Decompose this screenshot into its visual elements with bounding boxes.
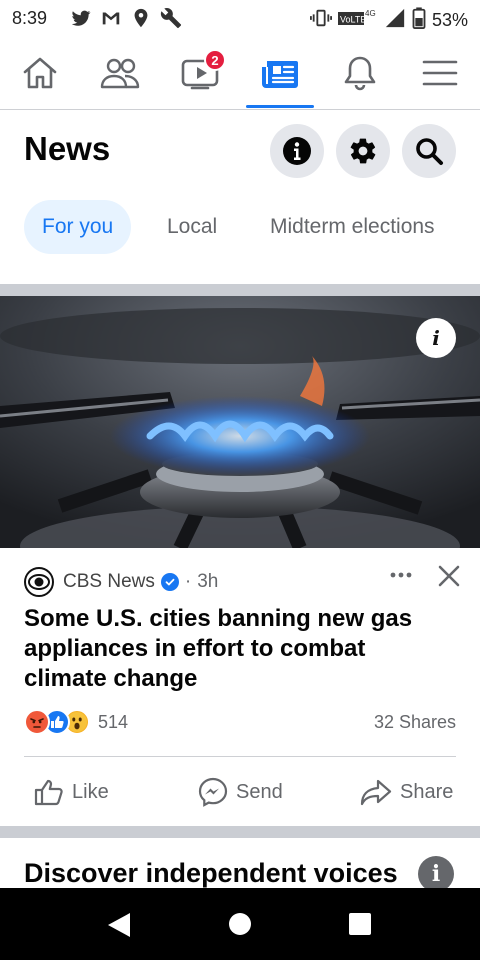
send-label: Send — [236, 780, 283, 803]
svg-text:VoLTE: VoLTE — [340, 15, 366, 25]
top-navigation: 2 — [0, 38, 480, 110]
chip-midterm-elections[interactable]: Midterm elections — [252, 200, 453, 254]
chip-local[interactable]: Local — [149, 200, 235, 254]
meta-separator: · — [184, 571, 192, 592]
search-button[interactable] — [402, 124, 456, 178]
like-label: Like — [72, 780, 109, 803]
article-time: 3h — [197, 571, 219, 592]
send-button[interactable]: Send — [198, 770, 283, 814]
chip-for-you[interactable]: For you — [24, 200, 132, 254]
tab-home[interactable] — [0, 38, 80, 108]
news-icon — [262, 61, 298, 88]
article-source-row: CBS News · 3h — [24, 566, 218, 598]
like-icon — [34, 779, 63, 806]
gmail-icon — [100, 7, 122, 29]
vibrate-icon — [309, 7, 332, 34]
tab-news[interactable] — [240, 38, 320, 108]
share-count[interactable]: 32 Shares — [374, 712, 456, 733]
status-time: 8:39 — [12, 8, 48, 28]
cbs-logo-icon[interactable] — [24, 567, 54, 597]
tab-notifications[interactable] — [320, 38, 400, 108]
gear-icon — [350, 138, 376, 164]
svg-text:4G: 4G — [365, 9, 376, 18]
menu-icon — [422, 60, 458, 86]
page-title: News — [24, 130, 111, 167]
friends-icon — [100, 58, 140, 89]
home-circle-icon — [229, 913, 251, 935]
search-icon — [416, 138, 443, 165]
home-icon — [23, 57, 57, 89]
discover-info-button[interactable]: i — [418, 856, 454, 892]
active-tab-indicator — [246, 105, 314, 108]
twitter-icon — [70, 7, 92, 29]
messenger-icon — [198, 777, 228, 807]
hide-article-button[interactable] — [432, 560, 466, 592]
watch-badge: 2 — [204, 49, 226, 71]
recents-icon — [349, 913, 371, 935]
article-source[interactable]: CBS News — [63, 571, 155, 593]
like-button[interactable]: Like — [34, 770, 109, 814]
tab-watch[interactable]: 2 — [160, 38, 240, 108]
share-label: Share — [400, 780, 454, 803]
tab-menu[interactable] — [400, 38, 480, 108]
verified-badge-icon — [160, 573, 179, 591]
status-notification-icons — [70, 7, 182, 29]
battery-icon — [412, 7, 426, 34]
info-icon — [283, 137, 311, 165]
news-header: News — [0, 112, 480, 190]
reaction-summary[interactable]: 514 — [24, 708, 128, 736]
ad-info-button[interactable]: i — [416, 318, 456, 358]
status-bar: 8:39 VoLTE 4G 53% — [0, 0, 480, 38]
tab-friends[interactable] — [80, 38, 160, 108]
back-icon — [108, 913, 130, 937]
share-button[interactable]: Share — [360, 770, 453, 814]
signal-icon — [384, 7, 406, 34]
discover-section-title: Discover independent voices — [24, 858, 398, 888]
location-icon — [130, 7, 152, 29]
more-options-button[interactable] — [384, 560, 418, 590]
bell-icon — [344, 56, 376, 91]
share-icon — [360, 779, 392, 806]
more-icon — [390, 572, 412, 578]
section-divider-2 — [0, 826, 480, 838]
wrench-icon — [160, 7, 182, 29]
back-button[interactable] — [104, 910, 134, 940]
article-image[interactable]: i — [0, 296, 480, 548]
action-separator — [24, 756, 456, 757]
info-button[interactable] — [270, 124, 324, 178]
news-filter-chips: For you Local Midterm elections — [0, 198, 480, 258]
android-navigation-bar — [0, 888, 480, 960]
section-divider — [0, 284, 480, 296]
gas-burner-image — [0, 296, 480, 548]
close-icon — [438, 565, 460, 587]
home-system-button[interactable] — [228, 912, 252, 936]
status-system-icons: VoLTE 4G 53% — [309, 7, 468, 34]
reaction-count: 514 — [98, 711, 129, 732]
settings-button[interactable] — [336, 124, 390, 178]
network-type-icon: VoLTE 4G — [337, 7, 378, 34]
recents-button[interactable] — [348, 912, 372, 936]
article-headline[interactable]: Some U.S. cities banning new gas applian… — [24, 604, 454, 694]
angry-reaction-icon — [24, 709, 50, 735]
battery-percentage: 53% — [431, 10, 468, 30]
